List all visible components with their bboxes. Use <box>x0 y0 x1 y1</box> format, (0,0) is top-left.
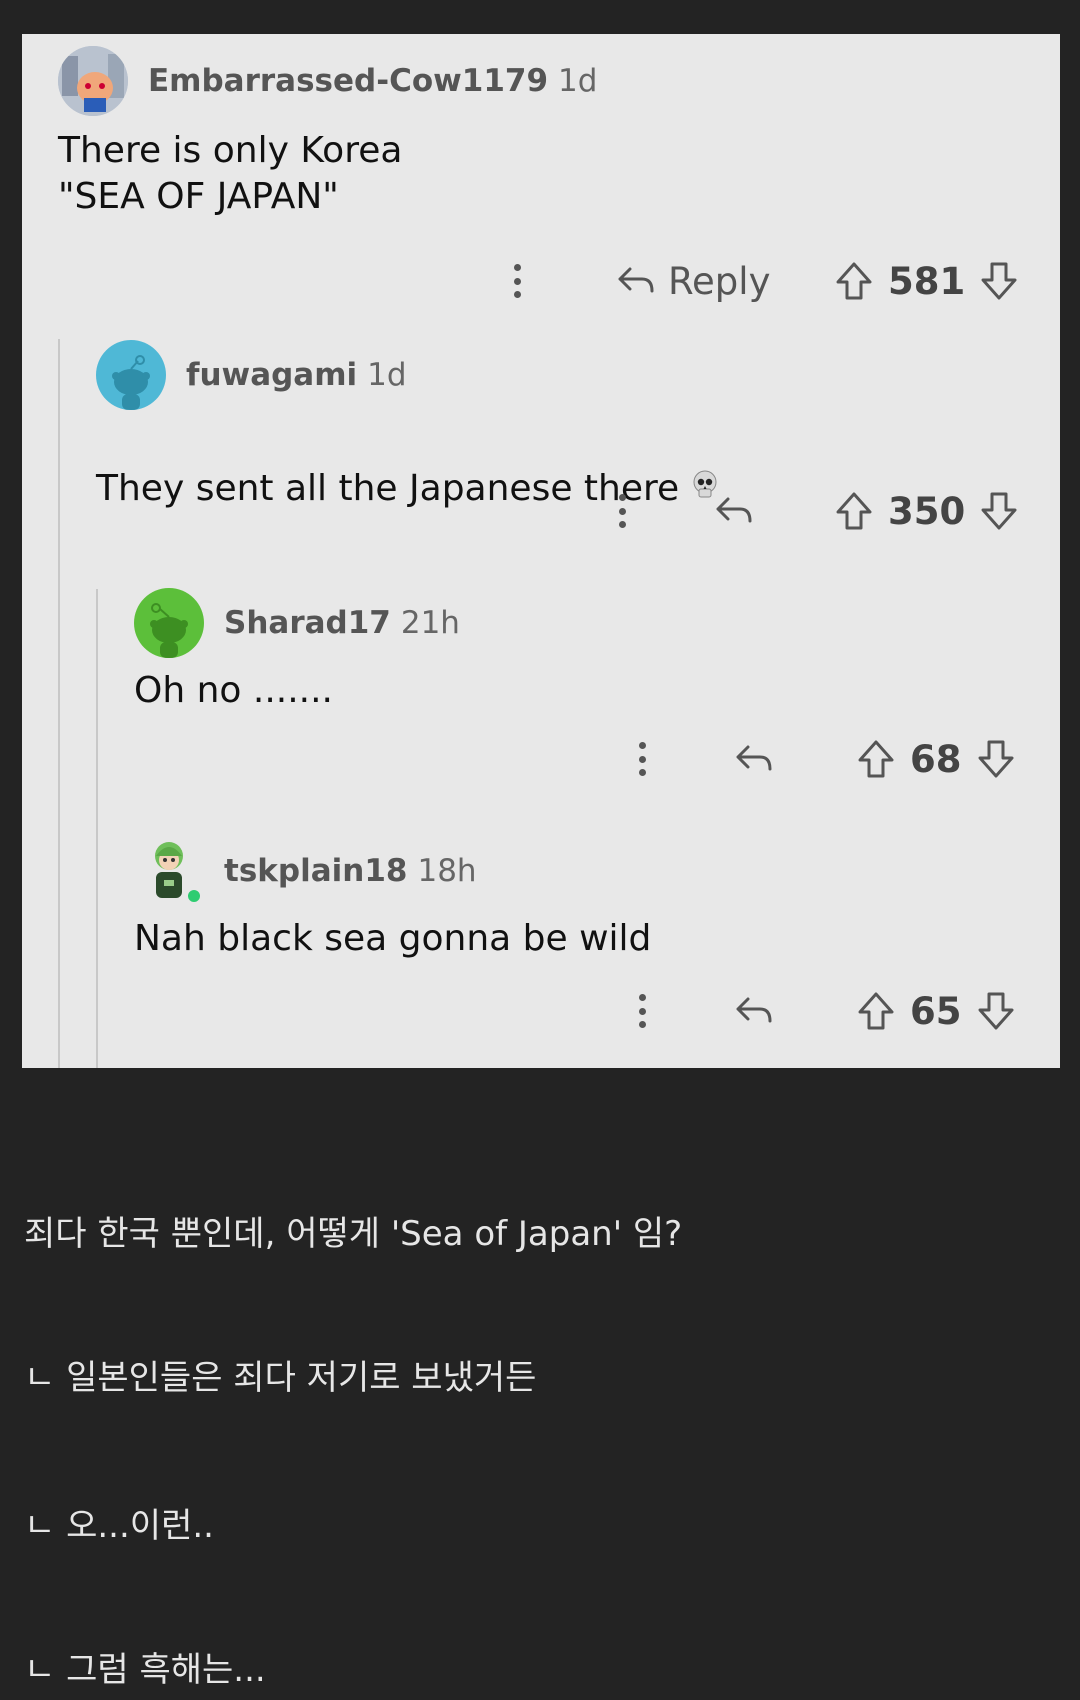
translation-line: ㄴ 일본인들은 죄다 저기로 보냈거든 <box>24 1358 537 1398</box>
vote-score: 65 <box>910 989 962 1033</box>
snoo-avatar-icon[interactable] <box>134 588 204 658</box>
more-options-icon <box>638 742 646 776</box>
upvote-icon[interactable] <box>856 738 896 780</box>
comment-age: 18h <box>417 853 477 889</box>
vote-controls: 581 <box>834 256 1019 306</box>
snoo-avatar-icon[interactable] <box>96 340 166 410</box>
comment-age: 1d <box>367 357 407 393</box>
reply-button[interactable] <box>734 734 774 784</box>
thread-line[interactable] <box>96 589 98 1068</box>
more-options-button[interactable] <box>638 734 646 784</box>
reply-icon <box>716 497 752 523</box>
username[interactable]: tskplain18 <box>224 853 407 889</box>
more-options-icon <box>618 494 626 528</box>
comment-body: Oh no ....... <box>134 670 333 711</box>
more-options-button[interactable] <box>618 486 626 536</box>
downvote-icon[interactable] <box>979 260 1019 302</box>
username[interactable]: Sharad17 <box>224 605 391 641</box>
vote-score: 68 <box>910 737 962 781</box>
reply-icon <box>736 745 772 771</box>
comment-age: 21h <box>400 605 460 641</box>
downvote-icon[interactable] <box>976 990 1016 1032</box>
reply-icon <box>736 997 772 1023</box>
comment: Sharad17 21h Oh no ....... 68 <box>134 588 1060 808</box>
vote-controls: 65 <box>856 986 1016 1036</box>
comment-body: There is only Korea "SEA OF JAPAN" <box>58 130 403 217</box>
vote-score: 350 <box>888 489 966 533</box>
comment-actions: 65 <box>134 986 1060 1036</box>
more-options-icon <box>638 994 646 1028</box>
comment: Embarrassed-Cow1179 1d There is only Kor… <box>58 46 1060 326</box>
downvote-icon[interactable] <box>979 490 1019 532</box>
vote-score: 581 <box>888 259 966 303</box>
comment-actions: 350 <box>96 486 1060 536</box>
reply-icon <box>618 267 654 293</box>
thread-line[interactable] <box>58 339 60 1068</box>
comment-actions: Reply 581 <box>58 256 1060 306</box>
username[interactable]: Embarrassed-Cow1179 <box>148 63 548 99</box>
online-status-indicator <box>186 888 202 904</box>
upvote-icon[interactable] <box>834 260 874 302</box>
user-avatar-icon[interactable] <box>58 46 128 116</box>
reply-label: Reply <box>668 259 771 303</box>
comment: tskplain18 18h Nah black sea gonna be wi… <box>134 836 1060 1056</box>
downvote-icon[interactable] <box>976 738 1016 780</box>
more-options-icon <box>513 264 521 298</box>
reply-button[interactable] <box>714 486 754 536</box>
reply-button[interactable] <box>734 986 774 1036</box>
upvote-icon[interactable] <box>834 490 874 532</box>
anime-avatar-icon[interactable] <box>134 836 204 906</box>
translation-line: ㄴ 그럼 흑해는... <box>24 1650 266 1690</box>
translation-line: 죄다 한국 뿐인데, 어떻게 'Sea of Japan' 임? <box>24 1214 683 1254</box>
comment-thread-card: Embarrassed-Cow1179 1d There is only Kor… <box>22 34 1060 1068</box>
more-options-button[interactable] <box>513 256 521 306</box>
reply-button[interactable]: Reply <box>616 256 770 306</box>
username[interactable]: fuwagami <box>186 357 357 393</box>
vote-controls: 68 <box>856 734 1016 784</box>
comment-actions: 68 <box>134 734 1060 784</box>
upvote-icon[interactable] <box>856 990 896 1032</box>
comment: fuwagami 1d They sent all the Japanese t… <box>96 340 1060 550</box>
vote-controls: 350 <box>834 486 1019 536</box>
comment-age: 1d <box>558 63 598 99</box>
comment-body: Nah black sea gonna be wild <box>134 918 652 959</box>
translation-line: ㄴ 오...이런.. <box>24 1506 214 1546</box>
more-options-button[interactable] <box>638 986 646 1036</box>
